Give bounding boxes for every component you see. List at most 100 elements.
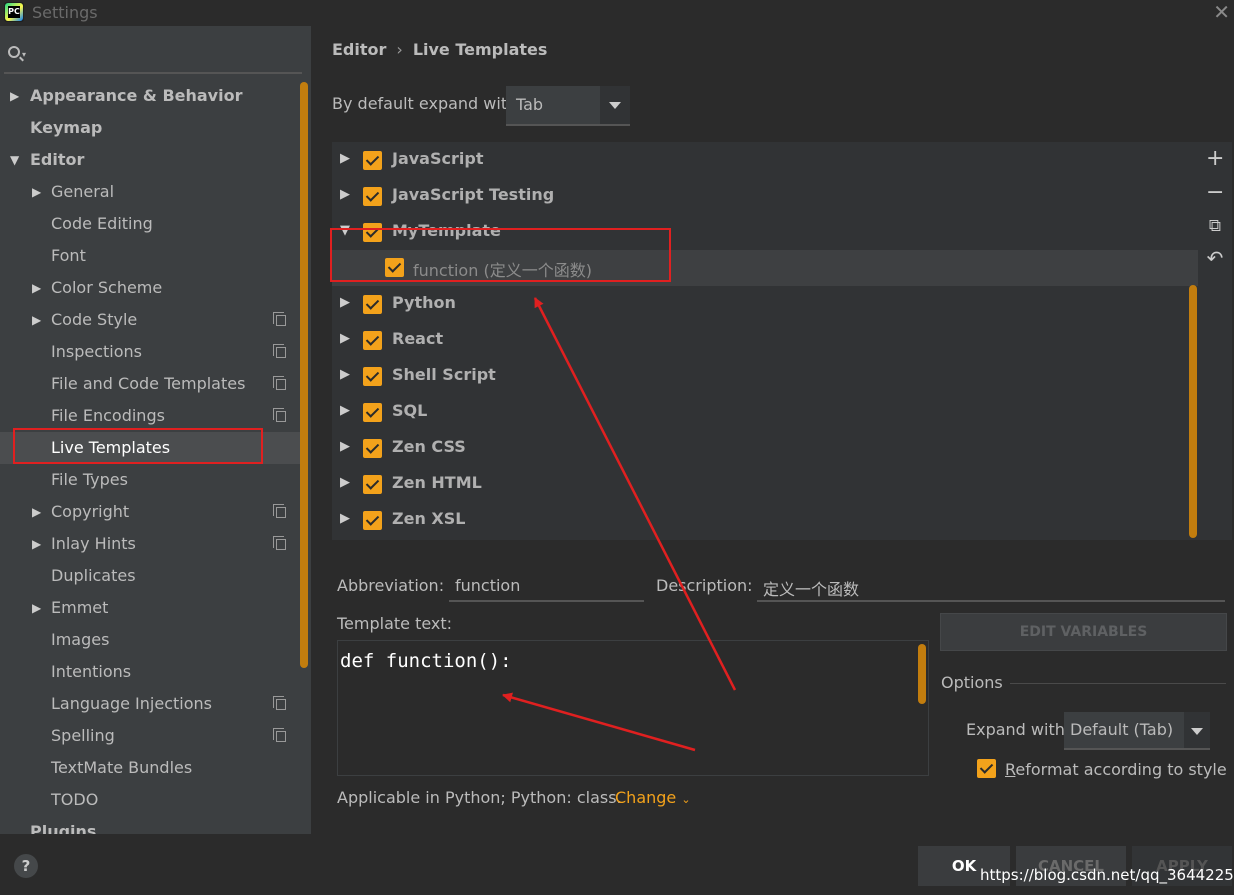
expand-arrow-icon[interactable]: ▶: [32, 176, 41, 208]
enabled-checkbox[interactable]: [363, 367, 382, 386]
revert-icon[interactable]: ↶: [1206, 248, 1224, 268]
template-group-sql[interactable]: ▶ SQL: [332, 394, 1198, 430]
expand-with-value: Default (Tab): [1070, 720, 1174, 739]
template-group-javascript-testing[interactable]: ▶ JavaScript Testing: [332, 178, 1198, 214]
reformat-mnemonic: R: [1005, 760, 1016, 779]
editor-scrollbar[interactable]: [918, 644, 926, 704]
collapse-arrow-icon[interactable]: ▼: [10, 144, 19, 176]
add-icon[interactable]: +: [1206, 148, 1224, 170]
sidebar-item-plugins[interactable]: Plugins: [0, 816, 300, 834]
sidebar-item-label: Code Editing: [51, 214, 153, 233]
chevron-down-icon[interactable]: [600, 86, 630, 124]
enabled-checkbox[interactable]: [363, 187, 382, 206]
sidebar-item-images[interactable]: Images: [0, 624, 300, 656]
copy-icon[interactable]: ⧉: [1206, 217, 1224, 235]
remove-icon[interactable]: −: [1206, 182, 1224, 204]
sidebar-item-file-types[interactable]: File Types: [0, 464, 300, 496]
sidebar-item-label: Plugins: [30, 822, 97, 834]
applicable-contexts-text: Applicable in Python; Python: class.: [337, 788, 622, 807]
sidebar-item-font[interactable]: Font: [0, 240, 300, 272]
chevron-down-icon[interactable]: [1184, 712, 1210, 748]
close-icon[interactable]: ✕: [1213, 0, 1230, 24]
sidebar-item-intentions[interactable]: Intentions: [0, 656, 300, 688]
sidebar-item-spelling[interactable]: Spelling: [0, 720, 300, 752]
template-group-name: JavaScript: [392, 149, 484, 168]
expand-with-select[interactable]: Default (Tab): [1064, 712, 1210, 750]
expand-arrow-icon[interactable]: ▶: [340, 439, 350, 454]
template-group-python[interactable]: ▶ Python: [332, 286, 1198, 322]
abbreviation-label: Abbreviation:: [337, 576, 445, 595]
enabled-checkbox[interactable]: [363, 439, 382, 458]
template-group-zen-html[interactable]: ▶ Zen HTML: [332, 466, 1198, 502]
help-icon[interactable]: ?: [14, 854, 38, 878]
template-group-name: Shell Script: [392, 365, 496, 384]
project-settings-icon: [273, 376, 286, 390]
enabled-checkbox[interactable]: [363, 331, 382, 350]
template-group-zen-css[interactable]: ▶ Zen CSS: [332, 430, 1198, 466]
sidebar-item-copyright[interactable]: ▶ Copyright: [0, 496, 300, 528]
expand-arrow-icon[interactable]: ▶: [340, 187, 350, 202]
sidebar-item-inspections[interactable]: Inspections: [0, 336, 300, 368]
sidebar-item-todo[interactable]: TODO: [0, 784, 300, 816]
change-contexts-link[interactable]: Change ⌄: [615, 788, 691, 807]
expand-arrow-icon[interactable]: ▶: [10, 80, 19, 112]
sidebar-item-emmet[interactable]: ▶ Emmet: [0, 592, 300, 624]
sidebar-item-language-injections[interactable]: Language Injections: [0, 688, 300, 720]
settings-sidebar: ▾ ▶ Appearance & Behavior Keymap ▼ Edito…: [0, 26, 311, 834]
settings-search-input[interactable]: ▾: [4, 40, 302, 74]
sidebar-item-general[interactable]: ▶ General: [0, 176, 300, 208]
template-text-label: Template text:: [337, 614, 453, 633]
expand-arrow-icon[interactable]: ▶: [340, 151, 350, 166]
default-expand-select[interactable]: Tab: [506, 86, 630, 126]
sidebar-item-code-style[interactable]: ▶ Code Style: [0, 304, 300, 336]
sidebar-item-editor[interactable]: ▼ Editor: [0, 144, 300, 176]
sidebar-item-keymap[interactable]: Keymap: [0, 112, 300, 144]
enabled-checkbox[interactable]: [363, 151, 382, 170]
template-group-zen-xsl[interactable]: ▶ Zen XSL: [332, 502, 1198, 538]
edit-variables-button[interactable]: EDIT VARIABLES: [940, 613, 1227, 651]
sidebar-item-appearance-behavior[interactable]: ▶ Appearance & Behavior: [0, 80, 300, 112]
template-group-shell-script[interactable]: ▶ Shell Script: [332, 358, 1198, 394]
enabled-checkbox[interactable]: [363, 475, 382, 494]
sidebar-scrollbar[interactable]: [300, 82, 308, 668]
search-options-caret-icon[interactable]: ▾: [22, 50, 26, 59]
description-label: Description:: [656, 576, 753, 595]
expand-arrow-icon[interactable]: ▶: [32, 528, 41, 560]
breadcrumb-parent[interactable]: Editor: [332, 40, 386, 59]
abbreviation-input[interactable]: function: [449, 568, 644, 602]
annotation-highlight-box: [13, 428, 263, 464]
expand-arrow-icon[interactable]: ▶: [340, 403, 350, 418]
expand-arrow-icon[interactable]: ▶: [340, 295, 350, 310]
expand-arrow-icon[interactable]: ▶: [340, 475, 350, 490]
templates-scrollbar[interactable]: [1189, 285, 1197, 538]
enabled-checkbox[interactable]: [363, 511, 382, 530]
sidebar-item-duplicates[interactable]: Duplicates: [0, 560, 300, 592]
template-group-javascript[interactable]: ▶ JavaScript: [332, 142, 1198, 178]
template-text-editor[interactable]: def function():: [337, 640, 929, 776]
expand-arrow-icon[interactable]: ▶: [32, 592, 41, 624]
reformat-checkbox[interactable]: [977, 759, 996, 778]
expand-with-label: Expand with: [966, 720, 1065, 739]
sidebar-item-textmate-bundles[interactable]: TextMate Bundles: [0, 752, 300, 784]
project-settings-icon: [273, 312, 286, 326]
sidebar-item-color-scheme[interactable]: ▶ Color Scheme: [0, 272, 300, 304]
sidebar-item-inlay-hints[interactable]: ▶ Inlay Hints: [0, 528, 300, 560]
expand-arrow-icon[interactable]: ▶: [32, 272, 41, 304]
template-group-name: React: [392, 329, 444, 348]
enabled-checkbox[interactable]: [363, 403, 382, 422]
expand-arrow-icon[interactable]: ▶: [340, 331, 350, 346]
templates-tree: ▶ JavaScript ▶ JavaScript Testing ▼ MyTe…: [332, 142, 1198, 540]
expand-arrow-icon[interactable]: ▶: [340, 511, 350, 526]
sidebar-item-code-editing[interactable]: Code Editing: [0, 208, 300, 240]
reformat-label[interactable]: Reformat according to style: [1005, 760, 1227, 779]
annotation-highlight-box: [330, 228, 671, 282]
expand-arrow-icon[interactable]: ▶: [32, 304, 41, 336]
description-input[interactable]: 定义一个函数: [757, 568, 1225, 602]
template-group-react[interactable]: ▶ React: [332, 322, 1198, 358]
enabled-checkbox[interactable]: [363, 295, 382, 314]
expand-arrow-icon[interactable]: ▶: [340, 367, 350, 382]
sidebar-item-label: Code Style: [51, 310, 138, 329]
sidebar-item-file-and-code-templates[interactable]: File and Code Templates: [0, 368, 300, 400]
expand-arrow-icon[interactable]: ▶: [32, 496, 41, 528]
template-group-name: Zen XSL: [392, 509, 466, 528]
